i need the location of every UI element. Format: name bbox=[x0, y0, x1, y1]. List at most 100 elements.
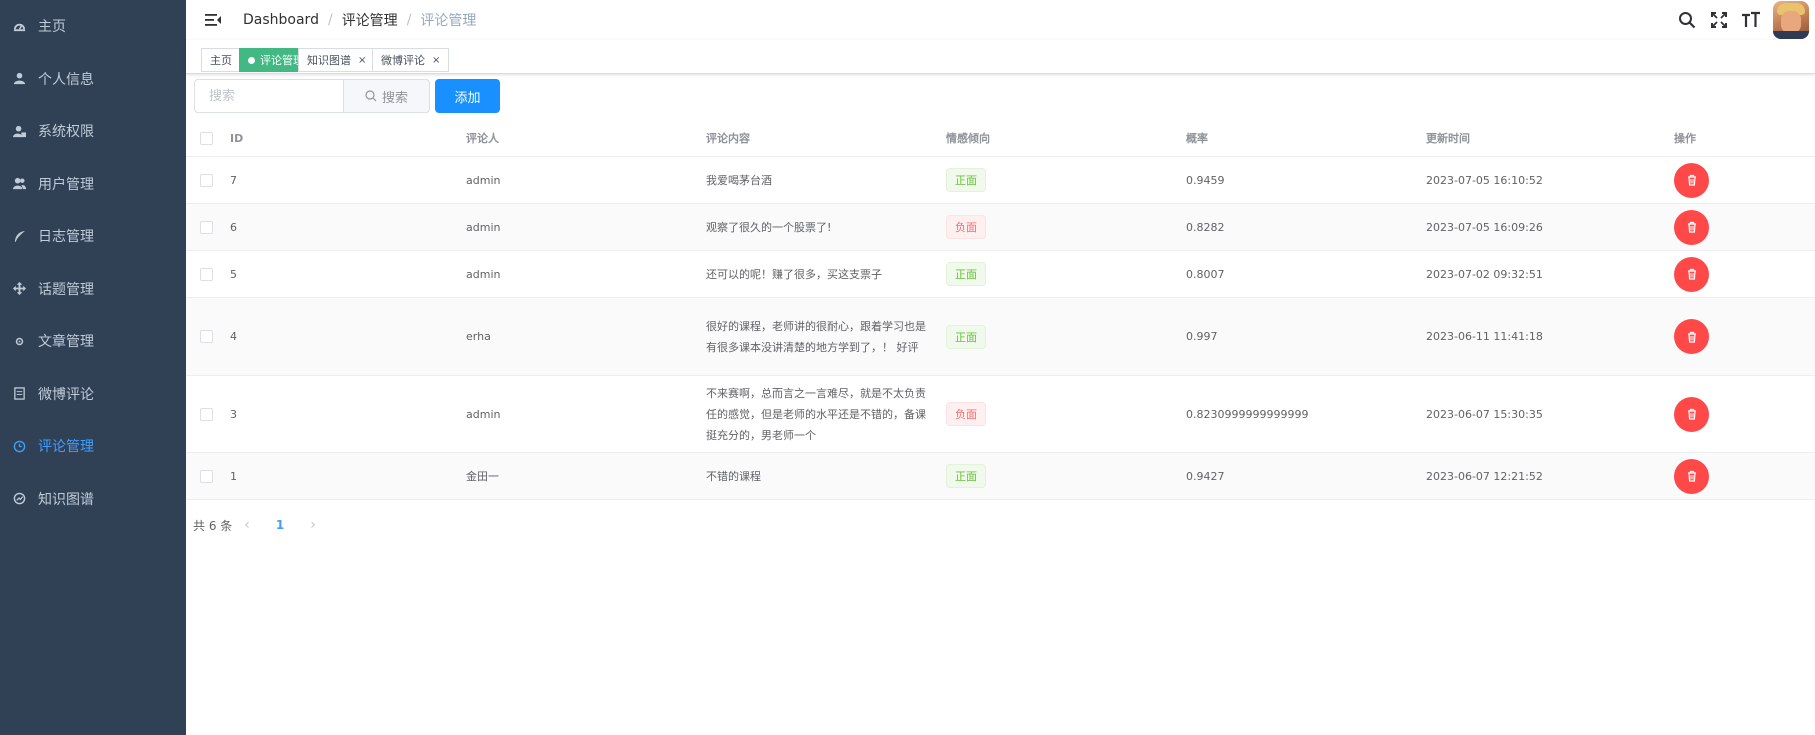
search-button-label: 搜索 bbox=[381, 90, 408, 106]
sidebar-item[interactable]: 主页 bbox=[0, 0, 186, 53]
row-checkbox[interactable] bbox=[199, 267, 213, 281]
column-header-id[interactable]: ID bbox=[226, 120, 466, 156]
delete-button[interactable] bbox=[1674, 319, 1709, 354]
sidebar-item-label: 微博评论 bbox=[38, 386, 94, 403]
cell-id: 4 bbox=[230, 330, 237, 343]
column-header-sentiment[interactable]: 情感倾向 bbox=[946, 120, 1186, 156]
hamburger-icon[interactable] bbox=[204, 11, 222, 29]
cell-user: admin bbox=[466, 407, 501, 421]
sentiment-badge: 正面 bbox=[946, 464, 986, 488]
column-header-probability[interactable]: 概率 bbox=[1186, 120, 1426, 156]
cell-probability: 0.9427 bbox=[1186, 469, 1225, 483]
cell-sentiment: 负面 bbox=[946, 204, 1186, 250]
search-icon[interactable] bbox=[1677, 10, 1697, 30]
cell-probability: 0.8007 bbox=[1186, 267, 1225, 281]
pagination-next-button[interactable]: › bbox=[310, 517, 316, 533]
pagination-total: 共 6 条 bbox=[193, 518, 233, 533]
sidebar-item-label: 评论管理 bbox=[38, 439, 94, 456]
delete-button[interactable] bbox=[1674, 209, 1709, 245]
avatar[interactable] bbox=[1773, 1, 1809, 39]
add-button[interactable]: 添加 bbox=[435, 79, 500, 113]
row-check-cell bbox=[186, 298, 226, 375]
sentiment-badge: 负面 bbox=[946, 215, 986, 239]
row-check-cell bbox=[186, 453, 226, 499]
cell-id: 3 bbox=[230, 407, 237, 421]
row-checkbox[interactable] bbox=[199, 469, 213, 483]
sidebar-item-label: 个人信息 bbox=[38, 71, 94, 88]
column-header-updated[interactable]: 更新时间 bbox=[1426, 120, 1666, 156]
cell-operation bbox=[1666, 453, 1815, 499]
row-check-cell bbox=[186, 204, 226, 250]
table-row: 3 admin 不来赛啊，总而言之一言难尽，就是不太负责任的感觉，但是老师的水平还是… bbox=[186, 376, 1815, 453]
row-checkbox[interactable] bbox=[199, 173, 213, 187]
cell-sentiment: 正面 bbox=[946, 453, 1186, 499]
breadcrumb-separator: / bbox=[327, 12, 333, 28]
tag-label: 主页 bbox=[210, 54, 232, 67]
pagination-page[interactable]: 1 bbox=[276, 518, 284, 532]
cell-operation bbox=[1666, 376, 1815, 452]
cell-sentiment: 正面 bbox=[946, 251, 1186, 297]
sidebar-item[interactable]: 微博评论 bbox=[0, 368, 186, 421]
column-header-operation: 操作 bbox=[1674, 132, 1696, 145]
cell-content: 很好的课程，老师讲的很耐心，跟着学习也是有很多课本没讲清楚的地方学到了，！ 好评 bbox=[706, 319, 926, 354]
delete-button[interactable] bbox=[1674, 458, 1709, 494]
user-lock-icon bbox=[12, 124, 26, 138]
cell-sentiment: 负面 bbox=[946, 376, 1186, 452]
tag-view-item[interactable]: 知识图谱 × bbox=[298, 48, 376, 72]
column-header-user[interactable]: 评论人 bbox=[466, 120, 706, 156]
font-size-icon[interactable] bbox=[1741, 10, 1761, 30]
close-icon[interactable]: × bbox=[358, 55, 366, 66]
pagination: 共 6 条 ‹ 1 › bbox=[193, 515, 328, 535]
sentiment-badge: 正面 bbox=[946, 262, 986, 286]
add-button-label: 添加 bbox=[454, 90, 481, 106]
search-button[interactable]: 搜索 bbox=[344, 79, 430, 113]
right-menu bbox=[1677, 0, 1815, 40]
sidebar-item[interactable]: 日志管理 bbox=[0, 210, 186, 263]
close-icon[interactable]: × bbox=[432, 55, 440, 66]
delete-button[interactable] bbox=[1674, 256, 1709, 292]
trash-icon bbox=[1687, 268, 1696, 280]
cell-probability: 0.8282 bbox=[1186, 220, 1225, 234]
sidebar-item[interactable]: 知识图谱 bbox=[0, 473, 186, 526]
sidebar-item[interactable]: 用户管理 bbox=[0, 158, 186, 211]
trash-icon bbox=[1687, 221, 1696, 233]
tag-view-item[interactable]: 主页 bbox=[201, 48, 241, 72]
cell-sentiment: 正面 bbox=[946, 298, 1186, 375]
tag-view-item[interactable]: 微博评论 × bbox=[372, 48, 450, 72]
select-all-checkbox[interactable] bbox=[199, 131, 213, 145]
cell-content: 观察了很久的一个股票了! bbox=[706, 220, 832, 234]
sidebar-item[interactable]: 评论管理 bbox=[0, 420, 186, 473]
delete-button[interactable] bbox=[1674, 396, 1709, 432]
row-checkbox[interactable] bbox=[199, 407, 213, 421]
breadcrumb-item-dashboard[interactable]: Dashboard bbox=[243, 12, 319, 28]
cell-updated: 2023-06-11 11:41:18 bbox=[1426, 330, 1543, 343]
delete-button[interactable] bbox=[1674, 162, 1709, 198]
sidebar-item[interactable]: 系统权限 bbox=[0, 105, 186, 158]
users-icon bbox=[12, 177, 26, 191]
sentiment-badge: 正面 bbox=[946, 168, 986, 192]
sidebar-item[interactable]: 文章管理 bbox=[0, 315, 186, 368]
row-checkbox[interactable] bbox=[199, 330, 213, 343]
search-icon bbox=[365, 90, 377, 102]
row-checkbox[interactable] bbox=[199, 220, 213, 234]
cell-user: admin bbox=[466, 173, 501, 187]
breadcrumb-item-comment-admin[interactable]: 评论管理 bbox=[342, 10, 398, 30]
cell-sentiment: 正面 bbox=[946, 157, 1186, 203]
sidebar-item[interactable]: 话题管理 bbox=[0, 263, 186, 316]
fullscreen-icon[interactable] bbox=[1709, 10, 1729, 30]
sentiment-badge: 正面 bbox=[946, 324, 986, 349]
sidebar-item-label: 主页 bbox=[38, 19, 66, 36]
search-input[interactable] bbox=[194, 79, 344, 113]
cell-user: erha bbox=[466, 330, 491, 343]
pagination-prev-button[interactable]: ‹ bbox=[244, 517, 250, 533]
comments-table: ID 评论人 评论内容 情感倾向 概率 更新时间 操作 7 admin 我爱喝茅台酒… bbox=[186, 120, 1815, 500]
toolbar: 搜索 添加 bbox=[194, 79, 500, 113]
sidebar-item[interactable]: 个人信息 bbox=[0, 53, 186, 106]
table-row: 5 admin 还可以的呢！赚了很多，买这支票子 正面 0.8007 2023-07-02… bbox=[186, 251, 1815, 298]
cell-id: 7 bbox=[230, 173, 237, 187]
tag-label: 知识图谱 bbox=[307, 54, 351, 67]
tag-label: 微博评论 bbox=[381, 54, 425, 67]
cell-updated: 2023-06-07 12:21:52 bbox=[1426, 469, 1543, 483]
trash-icon bbox=[1687, 470, 1696, 482]
column-header-content[interactable]: 评论内容 bbox=[706, 120, 946, 156]
